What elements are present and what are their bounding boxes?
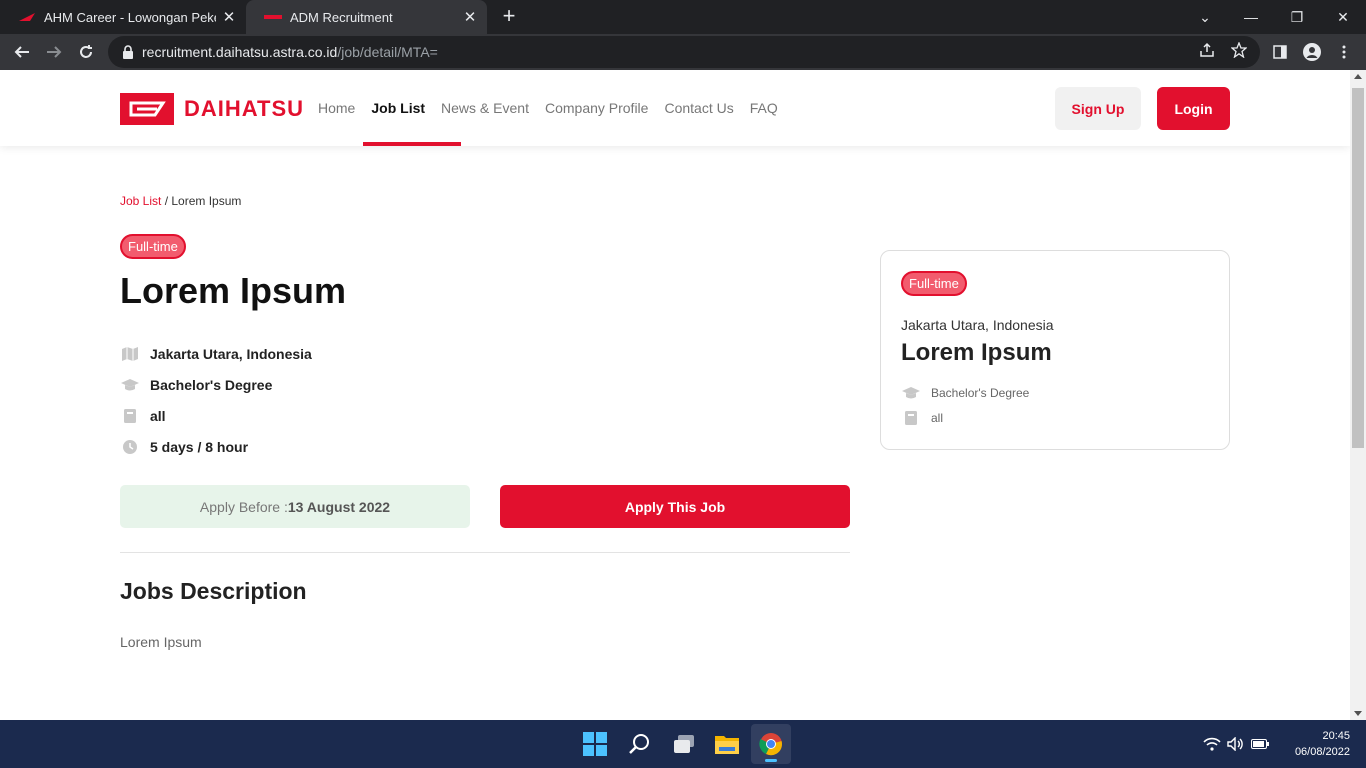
apply-before-box: Apply Before :13 August 2022 (120, 485, 470, 528)
summary-major-row: all (901, 410, 943, 426)
honda-favicon-icon (18, 12, 36, 22)
folder-icon (715, 736, 739, 754)
windows-taskbar: 20:45 06/08/2022 (0, 720, 1366, 768)
apply-before-label: Apply Before : (199, 498, 288, 515)
apply-this-job-button[interactable]: Apply This Job (500, 485, 850, 528)
summary-education: Bachelor's Degree (931, 386, 1030, 400)
scroll-up-arrow-icon[interactable] (1354, 74, 1362, 79)
wifi-icon[interactable] (1202, 734, 1222, 754)
job-location-row: Jakarta Utara, Indonesia (120, 338, 312, 369)
system-clock[interactable]: 20:45 06/08/2022 (1280, 728, 1350, 760)
apply-before-date: 13 August 2022 (287, 498, 391, 515)
nav-faq[interactable]: FAQ (750, 70, 778, 146)
url-text: recruitment.daihatsu.astra.co.id/job/det… (142, 44, 438, 60)
breadcrumb-current: Lorem Ipsum (171, 194, 242, 208)
book-icon (901, 410, 921, 426)
job-title: Lorem Ipsum (120, 270, 347, 311)
jobs-description-heading: Jobs Description (120, 578, 307, 604)
new-tab-button[interactable]: + (498, 5, 520, 28)
tab-title: ADM Recruitment (290, 9, 393, 25)
tab-title: AHM Career - Lowongan Pekerjaan (44, 9, 216, 25)
volume-icon[interactable] (1226, 734, 1246, 754)
close-window-button[interactable]: ✕ (1320, 0, 1366, 34)
site-header: DAIHATSU Home Job List News & Event Comp… (0, 70, 1350, 146)
job-summary-card: Full-time Jakarta Utara, Indonesia Lorem… (880, 250, 1230, 450)
browser-toolbar: recruitment.daihatsu.astra.co.id/job/det… (0, 34, 1366, 70)
task-view-icon (674, 735, 694, 753)
close-tab-icon[interactable]: ✕ (457, 8, 483, 26)
browser-tab-strip: AHM Career - Lowongan Pekerjaan ✕ ADM Re… (0, 0, 1366, 34)
nav-company-profile[interactable]: Company Profile (545, 70, 649, 146)
graduation-cap-icon (901, 385, 921, 401)
map-icon (120, 346, 140, 362)
minimize-button[interactable]: — (1228, 0, 1274, 34)
summary-education-row: Bachelor's Degree (901, 385, 1029, 401)
summary-location: Jakarta Utara, Indonesia (901, 317, 1054, 333)
scrollbar-thumb[interactable] (1352, 88, 1364, 448)
job-location: Jakarta Utara, Indonesia (150, 345, 312, 362)
taskbar-search-button[interactable] (620, 724, 660, 764)
battery-icon[interactable] (1250, 734, 1270, 754)
menu-kebab-icon[interactable] (1332, 40, 1356, 64)
jobs-description-text: Lorem Ipsum (120, 634, 202, 650)
address-bar[interactable]: recruitment.daihatsu.astra.co.id/job/det… (108, 36, 1260, 68)
restore-button[interactable]: ❐ (1274, 0, 1320, 34)
job-major: all (150, 407, 166, 424)
file-explorer-button[interactable] (707, 724, 747, 764)
graduation-cap-icon (120, 377, 140, 393)
section-divider (120, 552, 850, 553)
breadcrumb-job-list-link[interactable]: Job List (120, 194, 161, 208)
clock-icon (120, 439, 140, 455)
close-tab-icon[interactable]: ✕ (216, 8, 242, 26)
job-schedule-row: 5 days / 8 hour (120, 431, 312, 462)
daihatsu-logo-mark-icon (120, 93, 174, 125)
summary-major: all (931, 411, 944, 425)
forward-icon[interactable] (40, 38, 68, 66)
scroll-down-arrow-icon[interactable] (1354, 711, 1362, 716)
nav-news-event[interactable]: News & Event (441, 70, 529, 146)
back-icon[interactable] (8, 38, 36, 66)
nav-home[interactable]: Home (318, 70, 355, 146)
sign-up-button[interactable]: Sign Up (1055, 87, 1141, 130)
summary-job-type-badge: Full-time (901, 271, 967, 296)
page-viewport: DAIHATSU Home Job List News & Event Comp… (0, 70, 1350, 720)
summary-job-title: Lorem Ipsum (901, 339, 1052, 366)
clock-date: 06/08/2022 (1294, 746, 1350, 758)
page-scrollbar[interactable] (1350, 70, 1366, 720)
reload-icon[interactable] (72, 38, 100, 66)
share-icon[interactable] (1199, 42, 1217, 60)
search-icon (629, 734, 649, 754)
breadcrumb: Job List / Lorem Ipsum (120, 194, 241, 208)
login-button[interactable]: Login (1157, 87, 1230, 130)
tab-search-icon[interactable]: ⌄ (1182, 0, 1228, 34)
browser-tab-ahm-career[interactable]: AHM Career - Lowongan Pekerjaan ✕ (0, 0, 246, 34)
daihatsu-favicon-icon (264, 12, 282, 22)
bookmark-star-icon[interactable] (1230, 41, 1249, 60)
logo-text: DAIHATSU (184, 96, 305, 121)
job-education: Bachelor's Degree (150, 376, 273, 393)
start-button[interactable] (575, 724, 615, 764)
side-panel-icon[interactable] (1268, 40, 1292, 64)
windows-logo-icon (583, 732, 607, 756)
browser-tab-adm-recruitment[interactable]: ADM Recruitment ✕ (246, 0, 487, 34)
job-schedule: 5 days / 8 hour (150, 438, 249, 455)
task-view-button[interactable] (664, 724, 704, 764)
job-type-badge: Full-time (120, 234, 186, 259)
job-major-row: all (120, 400, 312, 431)
chrome-icon (759, 733, 782, 756)
nav-job-list[interactable]: Job List (363, 70, 461, 146)
main-nav: Home Job List News & Event Company Profi… (318, 70, 794, 146)
job-education-row: Bachelor's Degree (120, 369, 312, 400)
job-info-list: Jakarta Utara, Indonesia Bachelor's Degr… (120, 338, 312, 462)
clock-time: 20:45 (1322, 730, 1350, 742)
active-app-indicator (765, 759, 777, 762)
nav-contact-us[interactable]: Contact Us (664, 70, 733, 146)
lock-icon (122, 45, 134, 59)
daihatsu-logo[interactable]: DAIHATSU (120, 93, 304, 125)
profile-icon[interactable] (1300, 40, 1324, 64)
chrome-taskbar-button[interactable] (751, 724, 791, 764)
book-icon (120, 408, 140, 424)
breadcrumb-separator: / (161, 194, 172, 208)
